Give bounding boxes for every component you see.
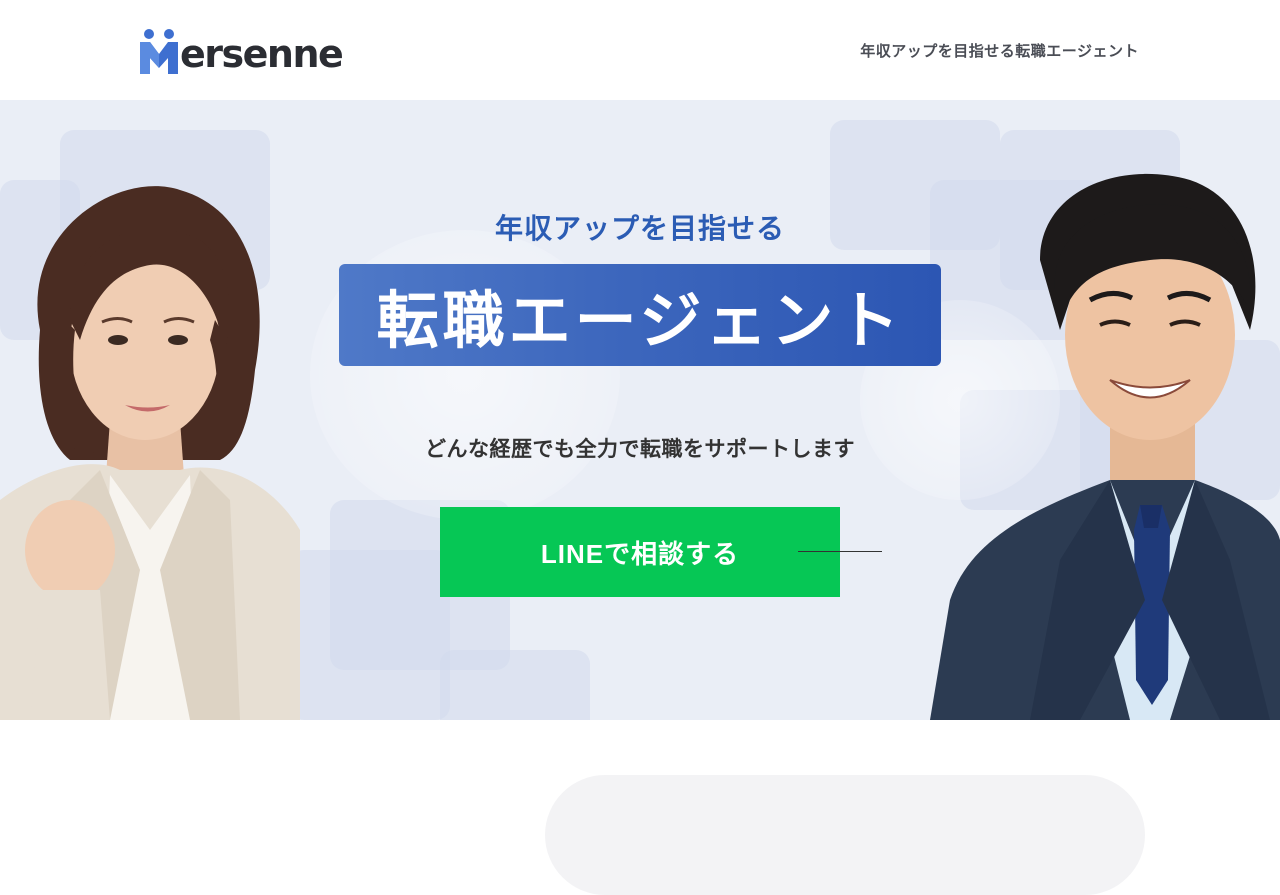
mersenne-logo-mark-icon [140, 29, 178, 74]
bg-tile [440, 650, 590, 720]
hero-subtitle: 年収アップを目指せる [494, 212, 785, 245]
arrow-line-icon [798, 551, 882, 552]
site-logo[interactable]: ersenne [140, 28, 344, 76]
line-consult-button[interactable]: LINEで相談する [440, 507, 840, 597]
line-consult-label: LINEで相談する [540, 538, 740, 569]
hero-title-box: 転職エージェント [339, 264, 941, 366]
site-header: ersenne 年収アップを目指せる転職エージェント [0, 0, 1280, 100]
hero-section: 年収アップを目指せる 転職エージェント どんな経歴でも全力で転職をサポートします… [0, 100, 1280, 720]
header-tagline: 年収アップを目指せる転職エージェント [860, 42, 1139, 60]
next-section-card [545, 775, 1145, 895]
logo-text: ersenne [180, 32, 344, 76]
hero-description: どんな経歴でも全力で転職をサポートします [425, 437, 855, 461]
bg-tile [290, 550, 450, 720]
hero-title: 転職エージェント [376, 284, 904, 357]
